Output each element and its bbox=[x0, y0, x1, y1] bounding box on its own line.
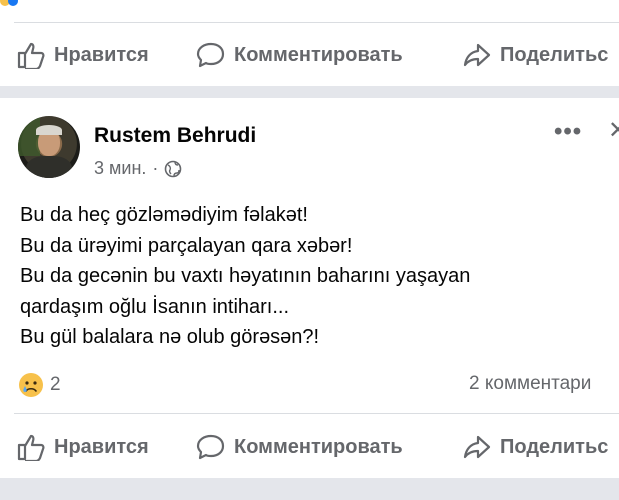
like-button[interactable]: Нравится bbox=[16, 41, 149, 69]
globe-icon bbox=[165, 160, 182, 177]
comment-label: Комментировать bbox=[234, 435, 403, 458]
comment-button[interactable]: Комментировать bbox=[196, 41, 403, 69]
previous-post-tail bbox=[0, 0, 619, 22]
feed-separator bbox=[0, 478, 619, 500]
post-timestamp[interactable]: 3 мин. bbox=[94, 158, 146, 179]
close-icon[interactable]: ✕ bbox=[608, 116, 619, 145]
like-button[interactable]: Нравится bbox=[16, 433, 149, 461]
action-bar-previous: Нравится Комментировать Поделитьс bbox=[0, 32, 619, 78]
divider bbox=[14, 413, 619, 414]
thumbs-up-icon bbox=[17, 42, 45, 69]
like-label: Нравится bbox=[54, 43, 149, 66]
comment-button[interactable]: Комментировать bbox=[196, 433, 403, 461]
share-label: Поделитьс bbox=[500, 435, 609, 458]
comment-label: Комментировать bbox=[234, 43, 403, 66]
action-bar: Нравится Комментировать Поделитьс bbox=[0, 424, 619, 470]
thumbs-up-icon bbox=[17, 434, 45, 461]
reaction-icon-partial bbox=[8, 0, 18, 6]
comment-bubble-icon bbox=[196, 42, 225, 68]
post-meta: 3 мин. · bbox=[94, 158, 182, 179]
comments-count-link[interactable]: 2 комментари bbox=[469, 373, 591, 395]
feed-separator bbox=[0, 86, 619, 98]
post-text-line: Bu da heç gözləmədiyim fəlakət! bbox=[20, 204, 308, 226]
meta-separator: · bbox=[152, 158, 159, 178]
share-arrow-icon bbox=[463, 43, 491, 67]
post-text-line: Bu gül balalara nə olub görəsən?! bbox=[20, 326, 320, 348]
divider bbox=[14, 22, 619, 23]
reaction-summary[interactable]: 2 bbox=[18, 372, 61, 398]
post-author-name[interactable]: Rustem Behrudi bbox=[94, 124, 256, 148]
comment-bubble-icon bbox=[196, 434, 225, 460]
post-text: Bu da heç gözləmədiyim fəlakət! Bu da ür… bbox=[20, 200, 615, 353]
post-text-line: Bu da gecənin bu vaxtı həyatının baharın… bbox=[20, 265, 471, 287]
reaction-count: 2 bbox=[50, 374, 61, 395]
share-arrow-icon bbox=[463, 435, 491, 459]
avatar[interactable] bbox=[18, 116, 80, 178]
share-button[interactable]: Поделитьс bbox=[462, 41, 608, 69]
share-button[interactable]: Поделитьс bbox=[462, 433, 608, 461]
more-options-icon[interactable]: ••• bbox=[554, 118, 582, 146]
share-label: Поделитьс bbox=[500, 43, 609, 66]
like-label: Нравится bbox=[54, 435, 149, 458]
post-text-line: qardaşım oğlu İsanın intiharı... bbox=[20, 295, 290, 318]
sad-emoji-icon bbox=[19, 373, 43, 397]
post-text-line: Bu da ürəyimi parçalayan qara xəbər! bbox=[20, 234, 353, 257]
